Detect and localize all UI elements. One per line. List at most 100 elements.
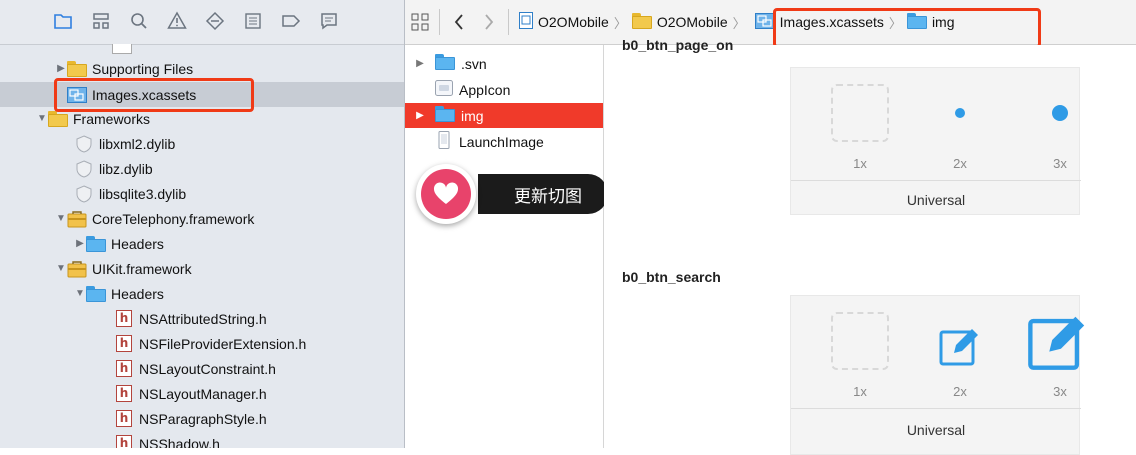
tree-item-libz[interactable]: libz.dylib: [0, 156, 404, 181]
asset-item-appicon[interactable]: AppIcon: [405, 77, 603, 102]
idiom-label: Universal: [906, 192, 966, 208]
navigator-toolbar: [0, 0, 404, 45]
hierarchy-icon[interactable]: [90, 10, 112, 32]
image-set-panel: 1x 2x 3x Universal: [790, 67, 1081, 215]
chevron-right-icon: 〉: [732, 15, 746, 31]
search-icon[interactable]: [128, 10, 150, 32]
scale-label: 3x: [1053, 156, 1067, 171]
tree-item-headers[interactable]: ▼ Headers: [0, 281, 404, 306]
asset-item-label: .svn: [461, 55, 487, 72]
disclosure-right-icon[interactable]: ▶: [405, 58, 435, 69]
asset-list: ▶ .svn AppIcon ▶ img LaunchImage: [405, 45, 604, 448]
tree-item-headers[interactable]: ▶ Headers: [0, 231, 404, 256]
tree-item-libxml2[interactable]: libxml2.dylib: [0, 131, 404, 156]
breadcrumb-img[interactable]: img: [906, 12, 955, 32]
edit-icon[interactable]: [931, 316, 989, 374]
tree-item-frameworks[interactable]: ▼ Frameworks: [0, 106, 404, 131]
edit-icon[interactable]: [1023, 304, 1093, 376]
breadcrumb-group[interactable]: O2OMobile: [631, 12, 728, 32]
chevron-right-icon: 〉: [888, 15, 902, 31]
image-slot-1x[interactable]: [831, 312, 889, 370]
toast-text: 更新切图: [514, 186, 582, 207]
tree-item-header-file[interactable]: h NSLayoutManager.h: [0, 381, 404, 406]
chat-icon[interactable]: [318, 10, 340, 32]
breadcrumb-label: O2OMobile: [538, 14, 609, 30]
framework-icon: [67, 260, 87, 278]
tree-item-label: NSShadow.h: [139, 435, 220, 449]
asset-item-label: LaunchImage: [459, 133, 544, 150]
tree-item-label: NSLayoutConstraint.h: [139, 360, 276, 377]
scale-label: 3x: [1053, 384, 1067, 399]
header-file-icon: h: [114, 335, 134, 353]
folder-icon: [631, 12, 652, 32]
tree-item-label: NSAttributedString.h: [139, 310, 267, 327]
tree-item-header-file[interactable]: h NSFileProviderExtension.h: [0, 331, 404, 356]
scale-label: 2x: [953, 384, 967, 399]
breadcrumb-label: Images.xcassets: [779, 14, 884, 30]
asset-item-svn[interactable]: ▶ .svn: [405, 51, 603, 76]
file-icon: [112, 44, 132, 54]
breadcrumb-label: O2OMobile: [656, 14, 728, 30]
dylib-icon: [74, 134, 94, 153]
idiom-label: Universal: [906, 422, 966, 438]
tree-item-label: libz.dylib: [99, 160, 153, 177]
tree-item-supporting-files[interactable]: ▶ Supporting Files: [0, 56, 404, 81]
tree-item-label: Images.xcassets: [92, 86, 197, 103]
tree-item-label: CoreTelephony.framework: [92, 210, 255, 227]
folder-icon: [435, 106, 455, 125]
image-slot-3x[interactable]: [1031, 84, 1089, 142]
image-slot-1x[interactable]: [831, 84, 889, 142]
folder-icon[interactable]: [52, 10, 74, 32]
back-icon[interactable]: [444, 7, 474, 37]
folder-icon: [906, 12, 927, 32]
list-icon[interactable]: [242, 10, 264, 32]
tree-item-label: Headers: [111, 235, 164, 252]
toast-badge[interactable]: [416, 164, 476, 224]
dylib-icon: [74, 184, 94, 203]
breadcrumb-project[interactable]: O2OMobile: [519, 12, 609, 32]
tree-item-header-file[interactable]: h NSLayoutConstraint.h: [0, 356, 404, 381]
scale-label: 2x: [953, 156, 967, 171]
tree-item-header-file[interactable]: h NSShadow.h: [0, 431, 404, 448]
folder-icon: [86, 285, 106, 303]
forward-icon[interactable]: [474, 7, 504, 37]
asset-item-img[interactable]: ▶ img: [405, 103, 603, 128]
breadcrumb-label: img: [931, 14, 955, 30]
image-set-panel: 1x 2x 3x Universal: [790, 295, 1085, 455]
grid-icon[interactable]: [405, 7, 435, 37]
disclosure-right-icon[interactable]: ▶: [74, 231, 86, 256]
disclosure-right-icon[interactable]: ▶: [55, 56, 67, 81]
jump-bar: O2OMobile 〉 O2OMobile 〉 Images.xcassets …: [405, 0, 1136, 45]
disclosure-down-icon[interactable]: ▼: [55, 256, 67, 281]
tree-item-uikit[interactable]: ▼ UIKit.framework: [0, 256, 404, 281]
asset-item-label: AppIcon: [459, 81, 511, 98]
project-icon: [519, 12, 533, 32]
header-file-icon: h: [114, 410, 134, 428]
tree-item-label: NSFileProviderExtension.h: [139, 335, 307, 352]
disclosure-down-icon[interactable]: ▼: [55, 206, 67, 231]
disclosure-right-icon[interactable]: ▶: [405, 110, 435, 121]
tree-item-label: Headers: [111, 285, 164, 302]
asset-item-launchimage[interactable]: LaunchImage: [405, 129, 603, 154]
tree-item-label: libxml2.dylib: [99, 135, 176, 152]
project-navigator: ▶ Supporting Files Images.xcassets ▼ Fra…: [0, 0, 405, 448]
tree-item-header-file[interactable]: h NSAttributedString.h: [0, 306, 404, 331]
toast-message: 更新切图: [478, 174, 608, 214]
tree-item-coretelephony[interactable]: ▼ CoreTelephony.framework: [0, 206, 404, 231]
disclosure-down-icon[interactable]: ▼: [36, 106, 48, 131]
breadcrumb-xcassets[interactable]: Images.xcassets: [754, 12, 884, 32]
tree-item-header-file[interactable]: h NSParagraphStyle.h: [0, 406, 404, 431]
tree-item-label: UIKit.framework: [92, 260, 192, 277]
disclosure-down-icon[interactable]: ▼: [74, 281, 86, 306]
image-set-title: b0_btn_page_on: [622, 37, 734, 53]
tree-item-libsqlite3[interactable]: libsqlite3.dylib: [0, 181, 404, 206]
tag-icon[interactable]: [280, 10, 302, 32]
appicon-icon: [435, 80, 453, 99]
warning-icon[interactable]: [166, 10, 188, 32]
image-slot-2x[interactable]: [931, 84, 989, 142]
tree-item-images-xcassets[interactable]: Images.xcassets: [0, 82, 404, 107]
folder-icon: [48, 110, 68, 128]
xcassets-icon: [754, 12, 775, 32]
diamond-icon[interactable]: [204, 10, 226, 32]
header-file-icon: h: [114, 310, 134, 328]
